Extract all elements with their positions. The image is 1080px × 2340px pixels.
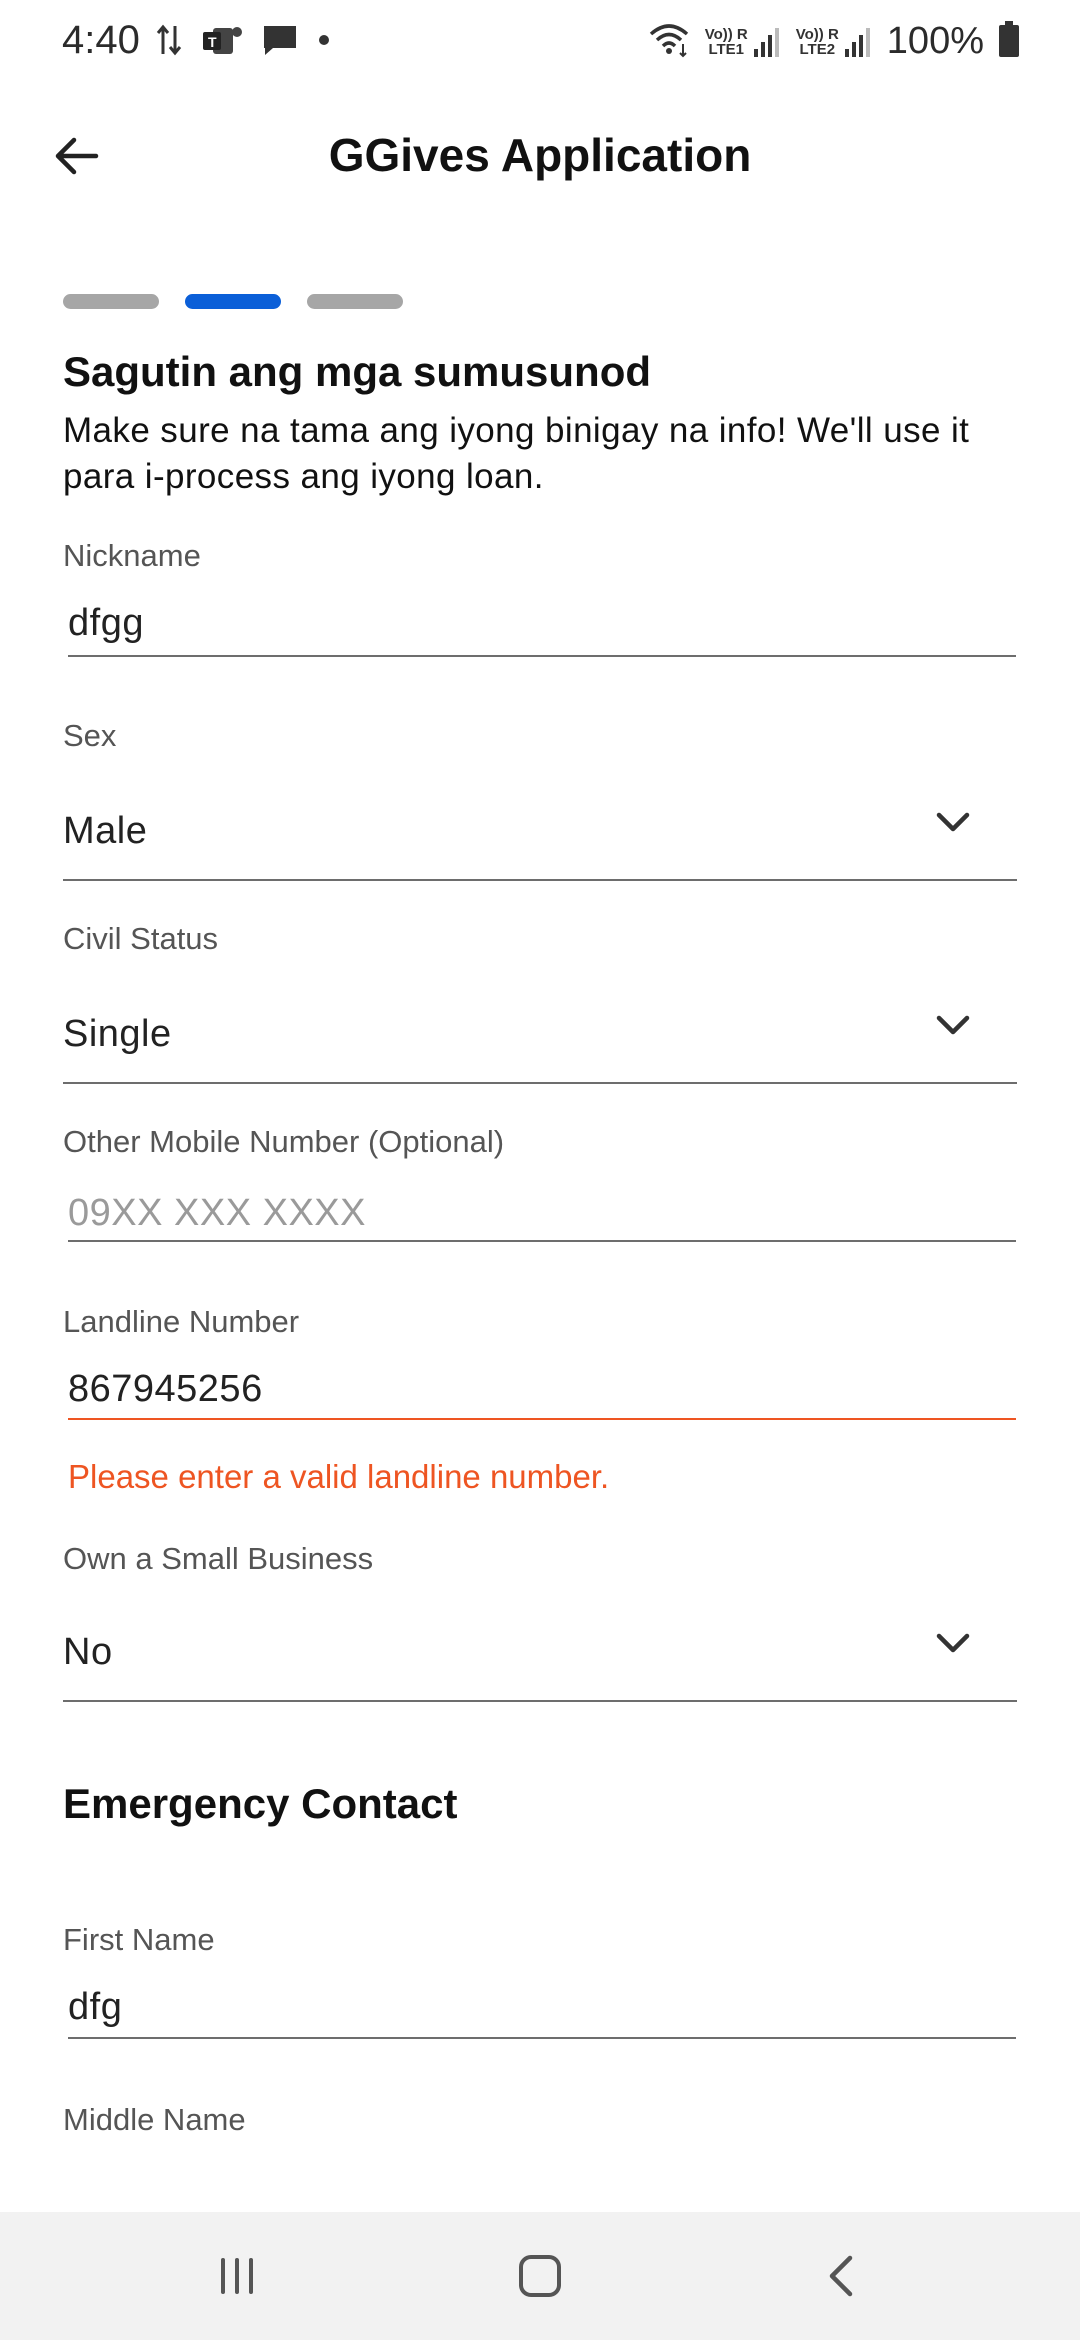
wifi-icon [647,20,691,63]
status-bar: 4:40 T Vo)) R LTE1 Vo)) R LTE2 100% [0,0,1080,90]
system-nav-bar [0,2212,1080,2340]
battery-icon [998,20,1020,63]
teams-icon: T [201,22,243,63]
back-icon [829,2255,853,2297]
nickname-label: Nickname [63,538,201,573]
sex-underline [63,879,1017,881]
intro-description: Make sure na tama ang iyong binigay na i… [63,411,970,496]
other-mobile-underline [68,1240,1016,1242]
landline-field[interactable]: Landline Number 867945256 Please enter a… [63,1304,1017,1504]
svg-text:T: T [208,34,217,50]
home-button[interactable] [500,2236,580,2316]
signal-icon [844,27,870,57]
landline-label: Landline Number [63,1304,300,1339]
first-name-field[interactable]: First Name dfg [63,1922,1017,2042]
step-3 [307,294,403,309]
chevron-down-icon[interactable] [931,1003,975,1047]
battery-percent: 100% [886,20,984,62]
nickname-field[interactable]: Nickname dfgg [63,538,1017,658]
status-right-icons: Vo)) R LTE1 Vo)) R LTE2 100% [647,20,1020,63]
middle-name-field[interactable]: Middle Name [63,2102,1017,2182]
step-1 [63,294,159,309]
small-business-underline [63,1700,1017,1702]
sim1-network-label: Vo)) R LTE1 [705,25,782,59]
sex-select[interactable]: Sex Male [63,718,1017,882]
small-business-select[interactable]: Own a Small Business No [63,1541,1017,1705]
chevron-down-icon[interactable] [931,1621,975,1665]
other-mobile-input[interactable]: 09XX XXX XXXX [68,1192,366,1235]
recent-apps-icon [221,2258,253,2294]
section-title: Sagutin ang mga sumusunod [63,348,652,395]
nickname-input[interactable]: dfgg [68,602,144,645]
sex-label: Sex [63,718,117,753]
other-mobile-field[interactable]: Other Mobile Number (Optional) 09XX XXX … [63,1124,1017,1244]
emergency-contact-title: Emergency Contact [63,1780,458,1827]
signal-icon [753,27,779,57]
step-2 [185,294,281,309]
message-icon [261,22,299,63]
landline-input[interactable]: 867945256 [68,1368,263,1411]
first-name-underline [68,2037,1016,2039]
data-transfer-icon [155,22,183,63]
civil-status-select[interactable]: Civil Status Single [63,921,1017,1085]
civil-status-underline [63,1082,1017,1084]
status-time: 4:40 [62,18,140,62]
sex-value: Male [63,810,148,852]
home-icon [519,2255,561,2297]
small-business-value: No [63,1631,113,1673]
sim2-network-label: Vo)) R LTE2 [796,25,873,59]
middle-name-label: Middle Name [63,2102,246,2137]
landline-underline [68,1418,1016,1420]
recent-apps-button[interactable] [197,2236,277,2316]
landline-error-message: Please enter a valid landline number. [68,1458,610,1495]
nickname-underline [68,655,1016,657]
dot-icon [317,33,331,52]
status-left-icons: T [155,22,331,63]
other-mobile-label: Other Mobile Number (Optional) [63,1124,505,1159]
nav-back-button[interactable] [802,2236,882,2316]
first-name-input[interactable]: dfg [68,1986,122,2029]
chevron-down-icon[interactable] [931,800,975,844]
small-business-label: Own a Small Business [63,1541,374,1576]
screen: 4:40 T Vo)) R LTE1 Vo)) R LTE2 100% GGiv… [0,0,1080,2340]
civil-status-value: Single [63,1013,172,1055]
civil-status-label: Civil Status [63,921,219,956]
first-name-label: First Name [63,1922,215,1957]
app-bar: GGives Application [0,110,1080,202]
page-title: GGives Application [328,129,752,181]
progress-stepper [63,294,403,309]
